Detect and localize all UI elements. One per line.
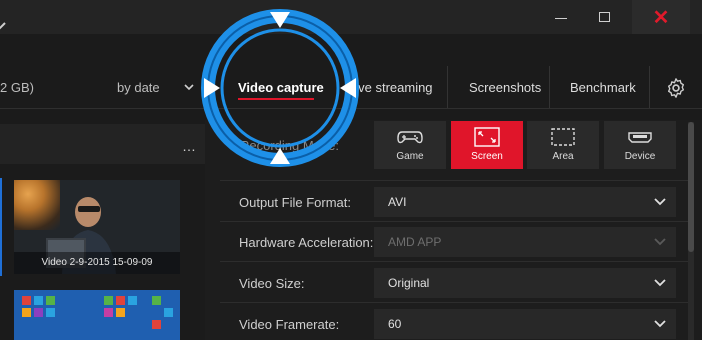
minimize-button[interactable]	[552, 8, 570, 26]
divider	[220, 261, 688, 262]
tile	[22, 308, 31, 317]
active-tab-indicator	[238, 98, 314, 100]
tile	[164, 308, 173, 317]
tile	[104, 296, 113, 305]
tile	[104, 308, 113, 317]
chevron-down-icon	[654, 320, 666, 328]
settings-scrollbar[interactable]	[688, 122, 694, 340]
tile	[116, 308, 125, 317]
sort-dropdown[interactable]: by date	[117, 80, 160, 95]
mode-screen-button[interactable]: Screen	[451, 121, 523, 169]
divider	[649, 66, 650, 108]
output-format-select[interactable]: AVI	[374, 187, 676, 217]
video-size-label: Video Size:	[239, 276, 305, 291]
divider	[220, 302, 688, 303]
tile	[22, 296, 31, 305]
recording-mode-label: Recording Mode:	[240, 138, 339, 153]
gear-icon[interactable]	[665, 77, 687, 99]
tab-video-capture[interactable]: Video capture	[238, 80, 324, 95]
tab-live-streaming[interactable]: Live streaming	[348, 80, 433, 95]
video-size-select[interactable]: Original	[374, 268, 676, 298]
area-icon	[551, 128, 575, 146]
gamepad-icon	[397, 131, 423, 144]
chevron-down-icon	[654, 238, 666, 246]
storage-info: 2 GB)	[0, 80, 34, 95]
divider	[0, 108, 702, 109]
close-icon: ✕	[652, 6, 670, 29]
brush-icon	[0, 22, 6, 30]
tile	[152, 296, 161, 305]
divider	[549, 66, 550, 108]
tile	[46, 308, 55, 317]
tile	[116, 296, 125, 305]
video-framerate-select[interactable]: 60	[374, 309, 676, 339]
hardware-acceleration-label: Hardware Acceleration:	[239, 235, 374, 250]
mode-label: Area	[552, 151, 574, 162]
select-value: AVI	[388, 195, 407, 209]
mode-game-button[interactable]: Game	[374, 121, 446, 169]
video-thumbnail[interactable]	[14, 290, 180, 340]
select-value: 60	[388, 317, 402, 331]
chevron-down-icon[interactable]	[184, 82, 194, 92]
divider	[220, 180, 688, 181]
video-caption: Video 2-9-2015 15-09-09	[14, 252, 180, 274]
tile	[34, 296, 43, 305]
tile	[46, 296, 55, 305]
mode-area-button[interactable]: Area	[527, 121, 599, 169]
maximize-button[interactable]	[596, 8, 614, 26]
library-header	[0, 124, 205, 164]
mode-device-button[interactable]: Device	[604, 121, 676, 169]
select-value: Original	[388, 276, 430, 290]
mode-label: Screen	[471, 151, 503, 162]
video-framerate-label: Video Framerate:	[239, 317, 340, 332]
tile	[34, 308, 43, 317]
chevron-down-icon	[654, 279, 666, 287]
divider	[220, 221, 688, 222]
screen-icon	[474, 127, 500, 147]
tile	[128, 296, 137, 305]
hardware-acceleration-select: AMD APP	[374, 227, 676, 257]
selection-accent	[0, 178, 2, 276]
chevron-down-icon	[654, 198, 666, 206]
close-button[interactable]: ✕	[632, 0, 690, 34]
mode-label: Device	[624, 151, 656, 162]
select-value: AMD APP	[388, 235, 442, 249]
more-options-icon[interactable]: …	[182, 138, 197, 154]
output-format-label: Output File Format:	[239, 195, 351, 210]
tab-screenshots[interactable]: Screenshots	[469, 80, 541, 95]
scrollbar-thumb[interactable]	[688, 122, 694, 252]
mode-label: Game	[396, 151, 424, 162]
hdmi-icon	[628, 132, 652, 143]
divider	[447, 66, 448, 108]
video-thumbnail[interactable]: Video 2-9-2015 15-09-09	[14, 180, 180, 274]
tab-benchmark[interactable]: Benchmark	[570, 80, 636, 95]
tile	[152, 320, 161, 329]
